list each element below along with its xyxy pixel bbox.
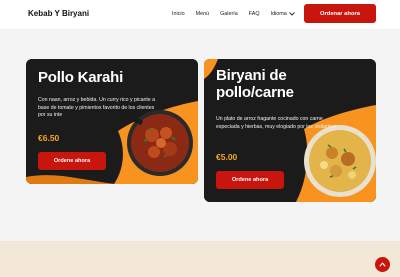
card-price: €6.50 (38, 133, 60, 143)
nav-idioma[interactable]: Idioma (271, 11, 295, 17)
card-description: Con naan, arroz y bebida. Un curry rico … (38, 97, 156, 119)
footer-band (0, 241, 400, 277)
nav-galeria[interactable]: Galería (220, 11, 238, 17)
card-title-line: pollo/carne (216, 84, 294, 101)
card-price: €5.00 (216, 152, 238, 162)
site-header: Kebab Y Biryani Inicio Menú Galería FAQ … (0, 0, 400, 29)
nav-idioma-label: Idioma (270, 11, 287, 17)
order-now-button[interactable]: Ordenar ahora (304, 4, 376, 23)
card-title: Biryani de pollo/carne (216, 67, 294, 101)
main-nav: Inicio Menú Galería FAQ Idioma (172, 11, 306, 17)
scroll-to-top-button[interactable] (375, 257, 390, 272)
nav-inicio[interactable]: Inicio (172, 11, 185, 17)
arrow-up-icon (379, 262, 386, 267)
card-title-line: Biryani de (216, 67, 287, 84)
order-card-button[interactable]: Ordene ahora (38, 152, 106, 170)
menu-card-pollo-karahi: Pollo Karahi Con naan, arroz y bebida. U… (26, 59, 198, 184)
card-title-line: Pollo Karahi (38, 69, 124, 86)
nav-faq[interactable]: FAQ (249, 11, 260, 17)
nav-menu[interactable]: Menú (196, 11, 210, 17)
order-card-button[interactable]: Ordene ahora (216, 171, 284, 189)
card-title: Pollo Karahi (38, 69, 123, 86)
menu-card-biryani: Biryani de pollo/carne Un plato de arroz… (204, 59, 376, 202)
site-logo[interactable]: Kebab Y Biryani (28, 9, 89, 18)
chevron-down-icon (288, 12, 295, 16)
card-description: Un plato de arroz fragante cocinado con … (216, 116, 338, 130)
